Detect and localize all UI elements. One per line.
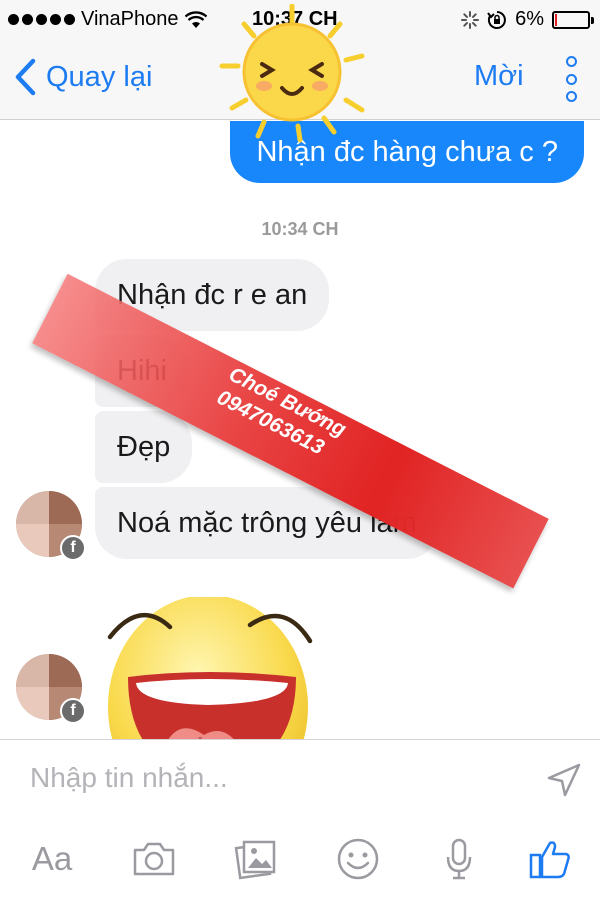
send-arrow-icon[interactable] — [546, 762, 582, 798]
message-timestamp: 10:34 CH — [261, 219, 339, 239]
invite-button[interactable]: Mời — [474, 60, 524, 93]
incoming-message-bubble[interactable]: Noá mặc trông yêu lắm — [95, 487, 439, 559]
status-left: VinaPhone — [8, 8, 207, 31]
message-input[interactable] — [30, 762, 510, 794]
incoming-message-bubble[interactable]: Nhận đc r e an — [95, 259, 330, 331]
facebook-badge-icon: f — [60, 535, 86, 561]
signal-dots-icon — [8, 14, 75, 25]
battery-level — [555, 13, 557, 26]
camera-icon[interactable] — [130, 835, 178, 883]
back-label: Quay lại — [46, 60, 153, 93]
like-thumb-icon[interactable] — [526, 835, 574, 883]
laughing-face-sticker[interactable] — [100, 597, 330, 739]
chevron-left-icon — [15, 58, 36, 96]
text-format-icon[interactable]: Aa — [26, 835, 78, 883]
incoming-message-bubble[interactable]: Hihi — [95, 335, 189, 407]
composer-bar — [0, 739, 600, 821]
facebook-badge-icon: f — [60, 698, 86, 724]
back-button[interactable]: Quay lại — [14, 58, 152, 96]
conversation-title[interactable]: ỏi — [240, 52, 390, 72]
battery-icon — [552, 10, 594, 29]
wifi-icon — [184, 10, 207, 28]
emoji-icon[interactable] — [335, 835, 381, 883]
incoming-message-bubble[interactable]: Đẹp — [95, 411, 193, 483]
conversation-subtitle: ne — [307, 86, 323, 101]
rotation-lock-icon — [487, 10, 506, 29]
nav-bar: Quay lại ỏi ne Mời — [0, 40, 600, 120]
microphone-icon[interactable] — [442, 835, 476, 883]
message-list[interactable]: Nhận đc hàng chưa c ? 10:34 CH Nhận đc r… — [0, 121, 600, 739]
more-vertical-icon[interactable] — [561, 56, 581, 102]
gallery-icon[interactable] — [232, 835, 280, 883]
carrier-name: VinaPhone — [81, 8, 179, 30]
battery-percent: 6% — [515, 8, 544, 30]
status-bar: VinaPhone 10:37 CH 6% — [0, 0, 600, 40]
status-right: 6% — [461, 8, 594, 31]
activity-spinner-icon — [461, 10, 480, 29]
composer-toolbar: Aa — [0, 821, 600, 900]
outgoing-message-bubble[interactable]: Nhận đc hàng chưa c ? — [230, 121, 584, 183]
status-time: 10:37 CH — [252, 8, 338, 30]
